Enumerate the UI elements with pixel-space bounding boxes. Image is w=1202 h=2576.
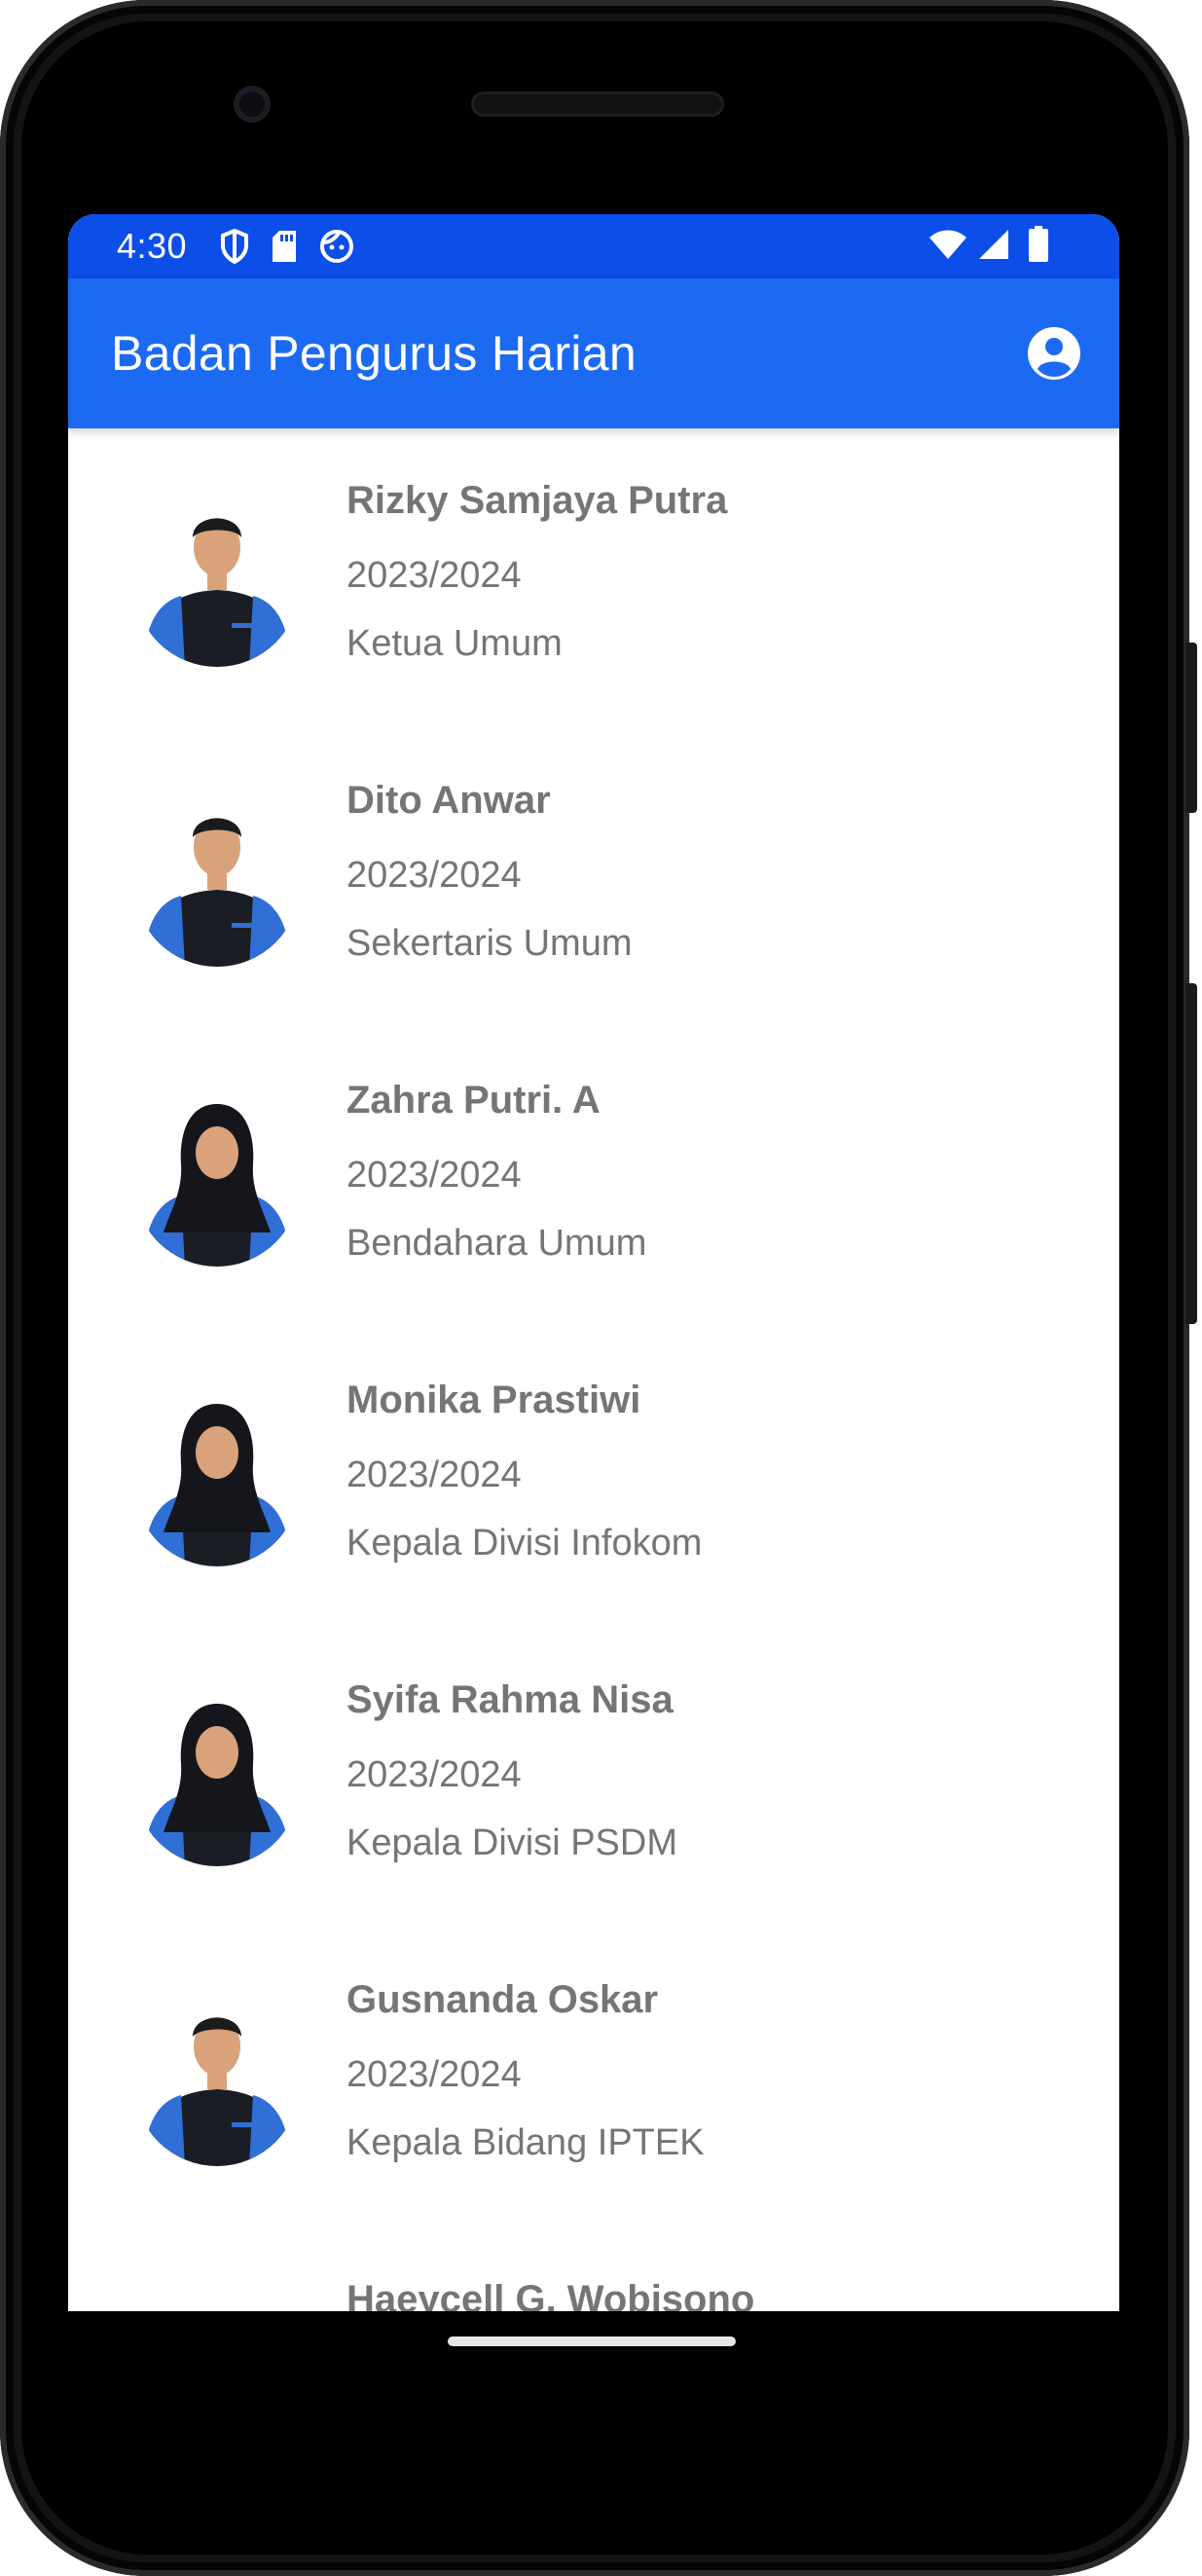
wifi-icon	[929, 228, 967, 266]
member-avatar	[134, 1676, 300, 1866]
member-avatar	[134, 1077, 300, 1267]
list-item[interactable]: Monika Prastiwi 2023/2024 Kepala Divisi In…	[68, 1328, 1119, 1628]
shield-icon	[220, 229, 249, 264]
member-period: 2023/2024	[346, 555, 522, 596]
member-role: Kepala Divisi Infokom	[346, 1523, 703, 1564]
member-period: 2023/2024	[346, 1454, 522, 1495]
earpiece-speaker	[471, 92, 724, 117]
face-icon	[319, 229, 354, 264]
member-avatar	[134, 477, 300, 667]
gesture-nav-handle[interactable]	[448, 2337, 736, 2346]
power-button	[1185, 643, 1197, 813]
app-bar: Badan Pengurus Harian	[68, 278, 1119, 428]
member-period: 2023/2024	[346, 2054, 522, 2095]
member-name: Monika Prastiwi	[346, 1379, 641, 1421]
member-name: Rizky Samjaya Putra	[346, 479, 728, 522]
list-item[interactable]: Dito Anwar 2023/2024 Sekertaris Umum	[68, 728, 1119, 1028]
member-period: 2023/2024	[346, 1155, 522, 1196]
member-name: Haeycell G. Wobisono	[346, 2278, 755, 2311]
list-item[interactable]: Zahra Putri. A 2023/2024 Bendahara Umum	[68, 1028, 1119, 1328]
member-list: Rizky Samjaya Putra 2023/2024 Ketua Umum Di…	[68, 428, 1119, 2311]
member-role: Sekertaris Umum	[346, 923, 633, 964]
member-role: Bendahara Umum	[346, 1223, 647, 1264]
status-bar: 4:30	[68, 214, 1119, 278]
signal-icon	[977, 228, 1010, 266]
list-item[interactable]: Gusnanda Oskar 2023/2024 Kepala Bidang IPT…	[68, 1928, 1119, 2227]
member-period: 2023/2024	[346, 855, 522, 896]
member-avatar	[134, 1377, 300, 1566]
member-name: Syifa Rahma Nisa	[346, 1678, 674, 1721]
member-role: Kepala Divisi PSDM	[346, 1822, 677, 1863]
member-name: Gusnanda Oskar	[346, 1978, 659, 2021]
member-name: Dito Anwar	[346, 779, 551, 822]
member-avatar	[134, 2276, 300, 2311]
list-item[interactable]: Haeycell G. Wobisono	[68, 2227, 1119, 2311]
page-title: Badan Pengurus Harian	[111, 326, 637, 381]
front-camera	[234, 86, 271, 123]
member-role: Kepala Bidang IPTEK	[346, 2122, 705, 2163]
sd-card-icon	[271, 229, 298, 264]
app-screen: 4:30 Badan Pengurus Harian Rizky Samjaya…	[68, 214, 1119, 2311]
list-item[interactable]: Rizky Samjaya Putra 2023/2024 Ketua Umum	[68, 428, 1119, 728]
member-avatar	[134, 1976, 300, 2166]
volume-button	[1185, 983, 1197, 1324]
member-avatar	[134, 777, 300, 967]
member-name: Zahra Putri. A	[346, 1079, 601, 1122]
member-role: Ketua Umum	[346, 623, 563, 664]
account-circle-icon[interactable]	[1026, 325, 1082, 382]
member-period: 2023/2024	[346, 1754, 522, 1795]
list-item[interactable]: Syifa Rahma Nisa 2023/2024 Kepala Divisi P…	[68, 1628, 1119, 1928]
status-time: 4:30	[117, 226, 188, 266]
battery-icon	[1028, 225, 1049, 268]
